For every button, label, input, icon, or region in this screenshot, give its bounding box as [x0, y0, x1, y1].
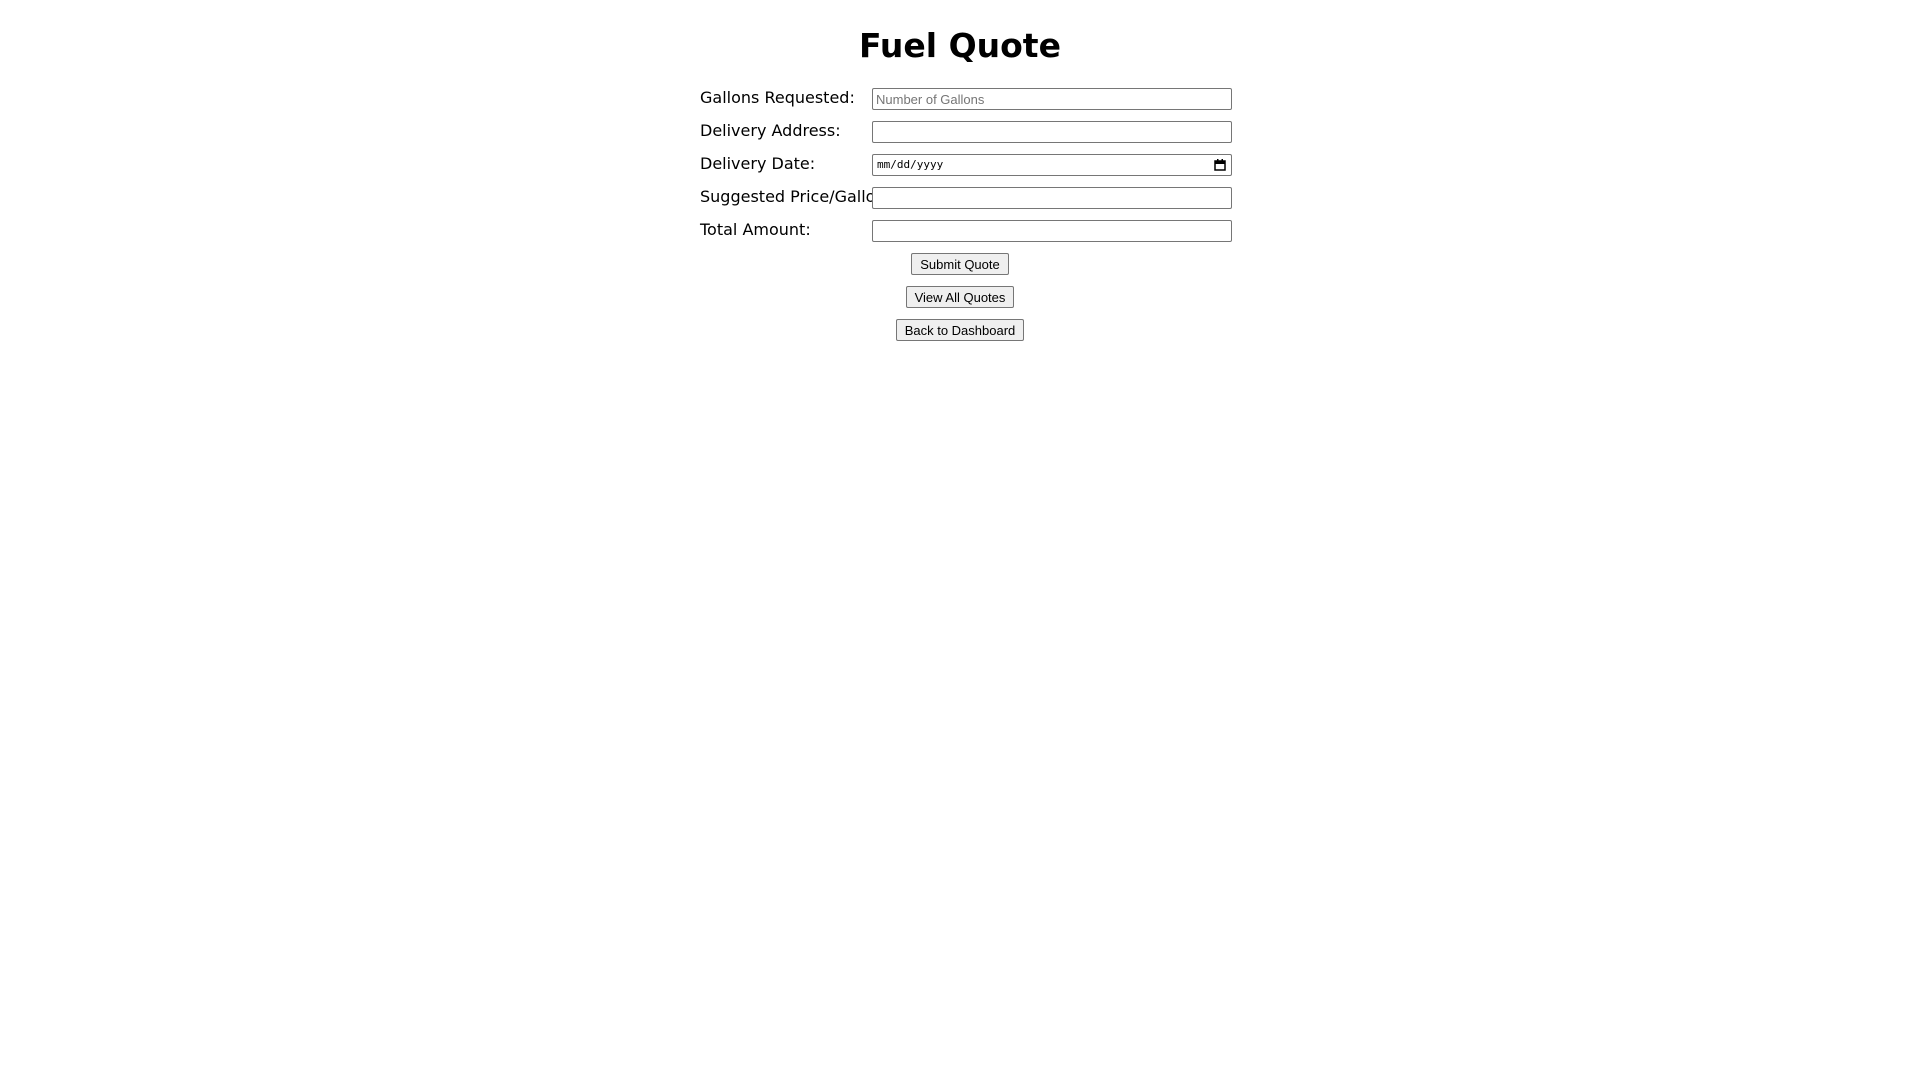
total-label: Total Amount:: [700, 220, 811, 239]
date-format-text: mm/dd/yyyy: [877, 158, 944, 171]
page: Fuel Quote Gallons Requested: Delivery A…: [0, 0, 1920, 1080]
total-row: Total Amount:: [700, 218, 1240, 251]
gallons-row: Gallons Requested:: [700, 86, 1240, 119]
address-input[interactable]: [872, 121, 1232, 143]
total-input[interactable]: [872, 220, 1232, 242]
gallons-input[interactable]: [872, 88, 1232, 110]
delivery-date-input[interactable]: mm/dd/yyyy: [872, 154, 1232, 176]
calendar-icon[interactable]: [1213, 158, 1227, 172]
price-row: Suggested Price/Gallon:: [700, 185, 1240, 218]
page-title: Fuel Quote: [859, 26, 1061, 65]
view-all-quotes-button[interactable]: View All Quotes: [905, 286, 1015, 308]
address-label: Delivery Address:: [700, 121, 841, 140]
price-input[interactable]: [872, 187, 1232, 209]
gallons-label: Gallons Requested:: [700, 88, 855, 107]
submit-quote-button[interactable]: Submit Quote: [911, 253, 1009, 275]
action-buttons: Submit Quote View All Quotes Back to Das…: [0, 253, 1920, 352]
fuel-quote-form: Gallons Requested: Delivery Address: Del…: [700, 86, 1240, 251]
date-label: Delivery Date:: [700, 154, 816, 173]
view-all-row: View All Quotes: [0, 286, 1920, 319]
address-row: Delivery Address:: [700, 119, 1240, 152]
date-row: Delivery Date: mm/dd/yyyy: [700, 152, 1240, 185]
back-row: Back to Dashboard: [0, 319, 1920, 352]
submit-row: Submit Quote: [0, 253, 1920, 286]
back-to-dashboard-button[interactable]: Back to Dashboard: [895, 319, 1025, 341]
price-label: Suggested Price/Gallon:: [700, 187, 891, 206]
